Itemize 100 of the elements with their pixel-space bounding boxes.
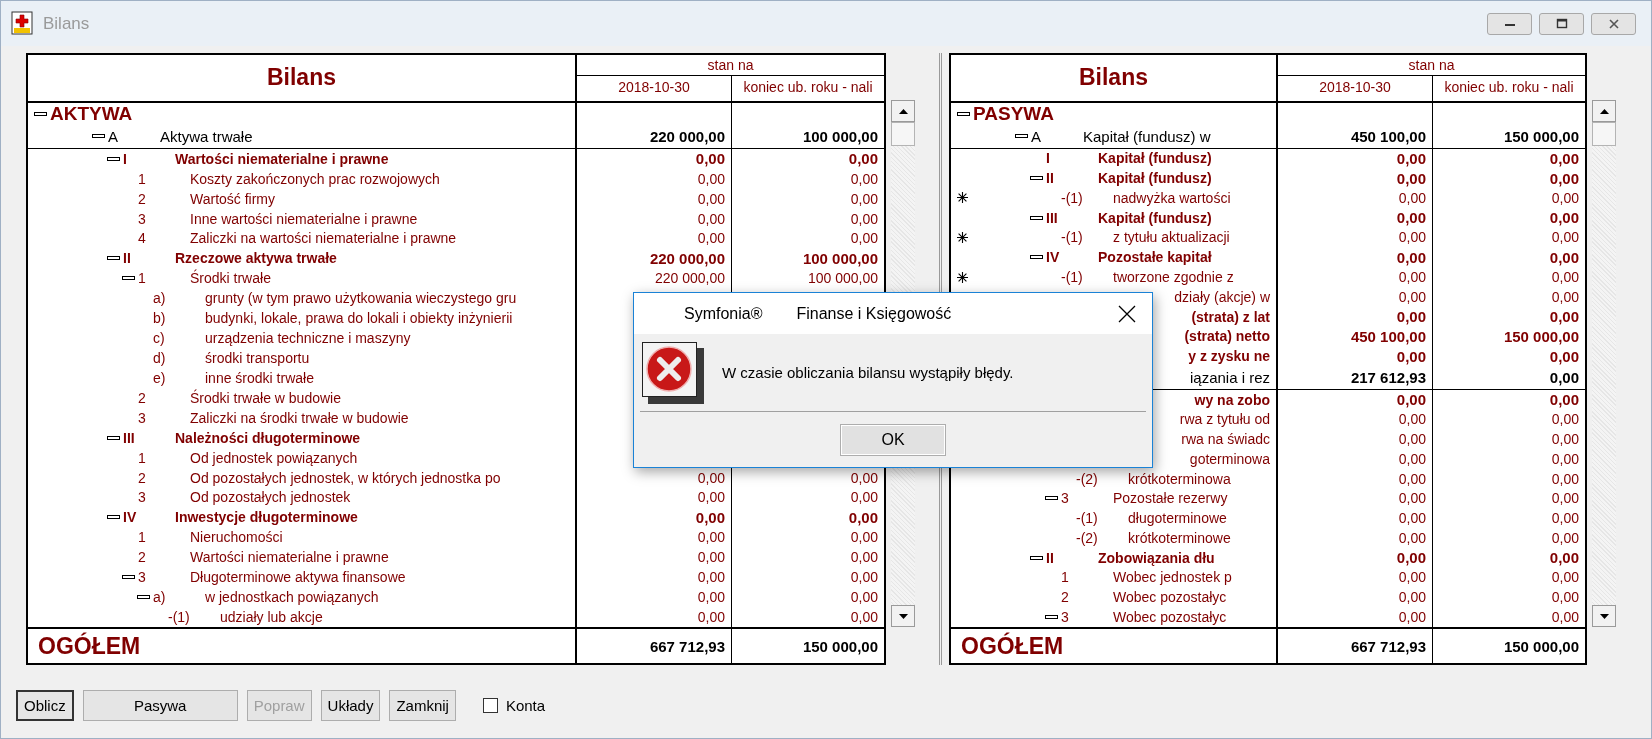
table-title: Bilans [951,55,1278,101]
row-label: Środki trwałe [190,270,271,287]
row-number: a) [153,290,167,307]
scroll-up-button[interactable] [1592,100,1616,122]
table-cell-text: 0,00 [849,468,879,488]
dialog-message: W czasie obliczania bilansu wystąpiły błędy. [722,364,1014,381]
table-cell-text: 0,00 [849,548,879,568]
table-cell-text: 0,00 [847,149,879,169]
row-label: goterminowa [1189,450,1271,467]
table-cell-text: 0,00 [1550,228,1580,248]
minus-icon[interactable] [1030,555,1043,560]
scroll-down-button[interactable] [1592,605,1616,627]
row-label: środki transportu [205,350,310,366]
minus-icon[interactable] [122,575,135,580]
table-cell: 0,00 [577,168,732,189]
row-number: 1 [138,449,147,466]
minus-icon[interactable] [107,156,120,161]
row-label: (strata) z lat [1191,308,1271,325]
scroll-up-button[interactable] [891,100,915,122]
table-cell: 0,00 [1278,468,1433,489]
table-cell: 667 712,93 [1278,629,1433,663]
scroll-thumb[interactable] [891,122,915,146]
scrollbar-track[interactable] [1592,100,1616,627]
row-number: 3 [1061,490,1070,507]
arrow-up-icon[interactable] [1599,108,1609,114]
minus-icon[interactable] [957,112,970,116]
table-cell: 0,00 [1278,488,1433,509]
row-label: urządzenia techniczne i maszyny [205,330,411,347]
table-cell: 217 612,93 [1278,365,1433,389]
button[interactable]: Pasywa [82,690,238,721]
minus-icon[interactable] [34,112,47,116]
row-number: 3 [138,489,147,506]
row-number: 3 [1061,609,1070,625]
table-cell: 0,00 [577,547,732,568]
row-number: 3 [138,409,147,426]
table-cell-text: 0,00 [1550,509,1580,529]
row-number: 2 [1061,589,1070,606]
minus-icon[interactable] [1015,134,1028,139]
minus-icon[interactable] [1045,496,1058,501]
minus-icon[interactable] [1045,615,1058,619]
table-cell: 0,00 [577,148,732,169]
table-cell-text: 150 000,00 [1502,326,1580,347]
table-cell-text: 0,00 [1548,367,1580,388]
minus-icon[interactable] [107,435,120,440]
row-number: A [108,127,119,145]
table-cell-text: 150 000,00 [801,636,879,657]
minus-icon[interactable] [1030,255,1043,260]
row-label: udziały lub akcje [220,609,323,625]
table-cell: 0,00 [1278,168,1433,189]
table-cell-text: 0,00 [849,189,879,209]
row-number: -(1) [1061,269,1084,285]
minus-icon[interactable] [137,595,150,600]
table-cell-text: 0,00 [1548,247,1580,268]
table-cell-text: 0,00 [1550,588,1580,608]
table-cell-text: 0,00 [1550,469,1580,489]
table-cell-text: 0,00 [849,488,879,508]
row-label: Pozostałe kapitał [1098,249,1212,266]
row-label: Koszty zakończonych prac rozwojowych [190,170,440,187]
row-label: Od pozostałych jednostek, w których jednostka po [190,469,501,486]
row-label: Od pozostałych jednostek [190,489,351,506]
table-cell-text: 0,00 [1550,430,1580,449]
table-cell: 0,00 [1278,389,1433,410]
arrow-down-icon[interactable] [1599,613,1609,619]
checkbox[interactable] [482,698,498,713]
maximize-icon[interactable] [1555,17,1568,30]
arrow-down-icon[interactable] [898,613,908,619]
row-label: działy (akcje) w [1174,288,1271,305]
table-cell-text: 0,00 [849,588,879,608]
row-number: 1 [1061,569,1070,586]
table-cell-text: 0,00 [1548,168,1580,189]
minus-icon[interactable] [92,134,105,139]
row-number: IV [1046,249,1061,266]
row-label: Kapitał (fundusz) [1098,170,1212,187]
row-number: III [1046,209,1059,226]
window-title: Bilans [43,13,90,34]
scroll-thumb[interactable] [1592,122,1616,146]
minus-icon[interactable] [122,276,135,281]
scroll-down-button[interactable] [891,605,915,627]
minus-icon[interactable] [1030,215,1043,220]
table-cell-text: 0,00 [1548,390,1580,410]
button[interactable]: Układy [320,690,381,721]
row-number: e) [153,369,167,386]
ok-button[interactable]: OK [840,423,946,456]
maximize-button[interactable] [1539,12,1584,35]
minus-icon[interactable] [107,515,120,520]
checkbox-label[interactable]: Konta [505,697,546,714]
row-number: 2 [138,389,147,406]
button[interactable]: Zamknij [389,690,456,721]
table-cell-text: 0,00 [1548,548,1580,568]
row-label: rwa na świadc [1181,431,1271,448]
table-cell: 0,00 [1278,528,1433,548]
minus-icon[interactable] [1030,176,1043,181]
row-label: Pozostałe rezerwy [1113,490,1228,507]
row-number: -(1) [1061,189,1084,206]
table-cell-text: 0,00 [1550,188,1580,208]
button[interactable]: Oblicz [16,690,74,721]
arrow-up-icon[interactable] [898,108,908,114]
minus-icon[interactable] [107,256,120,261]
table-cell: 220 000,00 [577,268,732,289]
table-cell-text: 150 000,00 [1502,126,1580,147]
